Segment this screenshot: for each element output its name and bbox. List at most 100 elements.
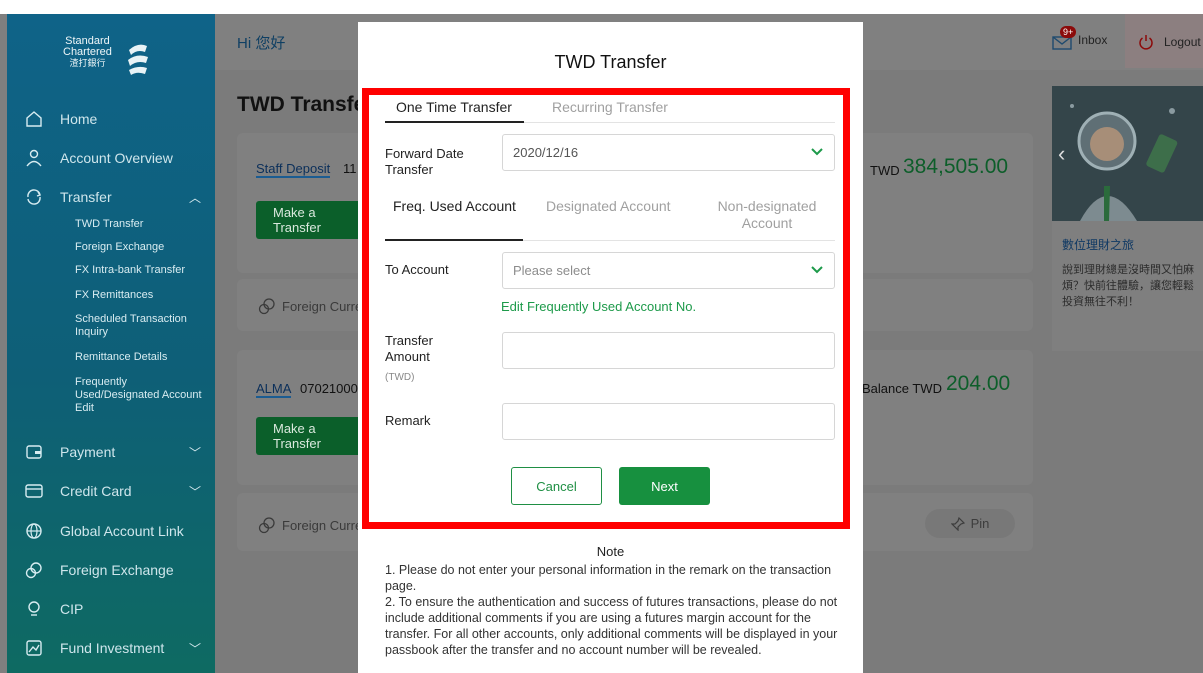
sidebar-item-transfer[interactable]: Transfer ︿: [7, 182, 215, 212]
brand-logo[interactable]: Standard Chartered 渣打銀行: [63, 36, 163, 80]
promo-text: 說到理財總是沒時間又怕麻煩？快前往體驗，讓您輕鬆投資無往不利！: [1062, 264, 1194, 308]
sidebar-item-payment[interactable]: Payment ﹀: [7, 437, 215, 467]
tab-designated-account[interactable]: Designated Account: [546, 198, 671, 214]
sidebar-item-foreign-exchange[interactable]: Foreign Exchange: [7, 555, 215, 585]
account-name: ALMA: [256, 381, 292, 398]
to-account-select[interactable]: Please select: [502, 252, 835, 289]
chart-icon: [24, 638, 44, 658]
sidebar-item-credit-card[interactable]: Credit Card ﹀: [7, 476, 215, 506]
pin-button[interactable]: Pin: [925, 509, 1015, 538]
make-transfer-button[interactable]: Make a Transfer: [256, 417, 366, 455]
mail-icon: 9+: [1052, 26, 1077, 50]
cancel-button[interactable]: Cancel: [511, 467, 602, 505]
coins-icon: [258, 517, 275, 534]
greeting: Hi 您好: [237, 35, 286, 52]
page-title: TWD Transfer: [237, 93, 374, 116]
pin-icon: [950, 516, 965, 531]
logout-label: Logout: [1164, 35, 1201, 49]
globe-icon: [24, 521, 44, 541]
to-account-placeholder: Please select: [513, 263, 591, 278]
make-transfer-button[interactable]: Make a Transfer: [256, 201, 366, 239]
remark-input[interactable]: [502, 403, 835, 440]
sidebar-item-home[interactable]: Home: [7, 104, 215, 134]
wallet-icon: [24, 442, 44, 462]
coins-icon: [24, 560, 44, 580]
inbox-label: Inbox: [1078, 33, 1108, 47]
tab-active-indicator: [385, 239, 523, 241]
coins-icon: [258, 298, 275, 315]
forward-date-select[interactable]: 2020/12/16: [502, 134, 835, 171]
chevron-up-icon: ︿: [188, 191, 201, 205]
sidebar-subitem-frequently-used-edit[interactable]: Frequently Used/Designated Account Edit: [75, 376, 205, 415]
top-strip: [0, 0, 1203, 14]
tab-recurring-transfer[interactable]: Recurring Transfer: [552, 99, 668, 115]
brand-mark-icon: [128, 44, 148, 75]
tab-non-designated-account[interactable]: Non-designated Account: [705, 198, 829, 232]
sidebar-subitem-scheduled-inquiry[interactable]: Scheduled Transaction Inquiry: [75, 313, 205, 339]
chevron-down-icon: ﹀: [188, 485, 201, 499]
promo-banner[interactable]: ‹ 數位理財之旅 說到理財總是沒時間又怕麻煩？快前往體驗，讓您輕鬆投資無往不利！: [1052, 86, 1203, 351]
brand-line-3: 渣打銀行: [69, 58, 106, 68]
home-icon: [24, 109, 44, 129]
tab-one-time-transfer[interactable]: One Time Transfer: [396, 99, 512, 115]
sidebar-item-label: CIP: [60, 601, 84, 617]
forward-date-label: Forward Date Transfer: [385, 146, 464, 177]
inbox-badge: 9+: [1060, 26, 1077, 38]
balance-label: Balance TWD: [862, 381, 942, 396]
transfer-amount-input[interactable]: [502, 332, 835, 369]
sidebar-subitem-foreign-exchange[interactable]: Foreign Exchange: [75, 241, 205, 254]
sidebar-item-label: Account Overview: [60, 150, 173, 166]
inbox-button[interactable]: 9+ Inbox: [1052, 26, 1108, 50]
sidebar-subitem-remittance-details[interactable]: Remittance Details: [75, 351, 205, 364]
logout-button[interactable]: Logout: [1138, 34, 1201, 50]
forward-date-value: 2020/12/16: [513, 145, 579, 160]
credit-card-icon: [24, 481, 44, 501]
amount-unit: (TWD): [385, 372, 415, 383]
sidebar-item-label: Credit Card: [60, 483, 132, 499]
chevron-down-icon: [811, 148, 823, 156]
account-number: 07021000: [300, 381, 358, 396]
tab-freq-used-account[interactable]: Freq. Used Account: [393, 198, 516, 214]
sidebar-item-cip[interactable]: CIP: [7, 594, 215, 624]
balance-value: 204.00: [946, 372, 1011, 395]
note-title: Note: [596, 544, 625, 559]
sidebar-subitem-fx-remittances[interactable]: FX Remittances: [75, 289, 205, 302]
chevron-down-icon: ﹀: [188, 446, 201, 460]
transfer-icon: [24, 187, 44, 207]
sidebar-subitem-twd-transfer[interactable]: TWD Transfer: [75, 218, 205, 231]
sidebar: Standard Chartered 渣打銀行 Home Account Ove…: [7, 14, 215, 673]
sidebar-item-label: Fund Investment: [60, 640, 165, 656]
brand-line-2: Chartered: [63, 46, 112, 58]
next-button[interactable]: Next: [619, 467, 710, 505]
power-icon: [1139, 35, 1153, 50]
pin-label: Pin: [970, 516, 990, 531]
promo-title: 數位理財之旅: [1062, 238, 1135, 252]
transfer-amount-label: Transfer Amount: [385, 333, 433, 364]
chevron-left-icon[interactable]: ‹: [1058, 141, 1065, 167]
modal-title: TWD Transfer: [554, 52, 667, 72]
account-name-link[interactable]: Staff Deposit: [256, 161, 331, 178]
promo-image: ‹: [1052, 86, 1203, 221]
brand-name: Standard Chartered 渣打銀行: [63, 36, 112, 69]
account-name-link[interactable]: ALMA: [256, 381, 292, 398]
balance-label: TWD: [870, 163, 900, 178]
balance-value: 384,505.00: [903, 155, 1009, 178]
user-icon: [24, 148, 44, 168]
chevron-down-icon: ﹀: [188, 642, 201, 656]
sidebar-item-fund-investment[interactable]: Fund Investment ﹀: [7, 633, 215, 663]
sidebar-item-global-account-link[interactable]: Global Account Link: [7, 516, 215, 546]
sidebar-item-label: Transfer: [60, 189, 112, 205]
chevron-down-icon: [811, 266, 823, 274]
edit-frequently-used-link[interactable]: Edit Frequently Used Account No.: [501, 299, 696, 314]
sidebar-item-label: Payment: [60, 444, 116, 460]
bulb-icon: [24, 599, 44, 619]
remark-label: Remark: [385, 413, 431, 428]
note-text: 1. Please do not enter your personal inf…: [385, 563, 838, 657]
sidebar-item-label: Foreign Exchange: [60, 562, 174, 578]
sidebar-subitem-fx-intra-bank[interactable]: FX Intra-bank Transfer: [75, 264, 205, 277]
sidebar-item-account-overview[interactable]: Account Overview: [7, 143, 215, 173]
to-account-label: To Account: [385, 262, 449, 277]
sidebar-item-label: Home: [60, 111, 98, 127]
sidebar-item-label: Global Account Link: [60, 523, 184, 539]
account-number: 11: [343, 161, 357, 176]
